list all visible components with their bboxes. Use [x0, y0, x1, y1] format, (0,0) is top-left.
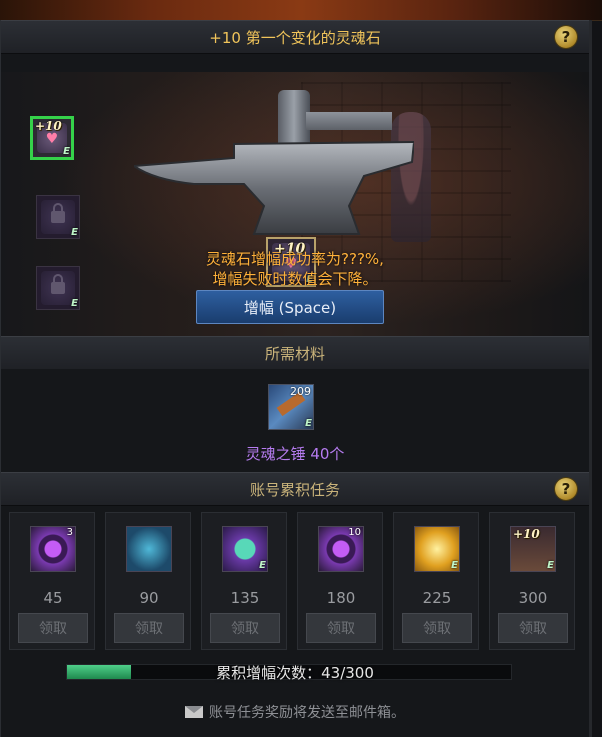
- help-icon[interactable]: ?: [555, 26, 577, 48]
- task-card: E 135 领取: [201, 512, 287, 650]
- tag-badge: E: [71, 298, 78, 309]
- materials-title: 所需材料: [264, 344, 325, 363]
- plus10-scroll-icon[interactable]: +10 E: [510, 526, 556, 572]
- lock-icon: [51, 203, 65, 223]
- task-card: 90 领取: [105, 512, 191, 650]
- tag-badge: E: [547, 560, 554, 571]
- hammer-handle-icon: [306, 112, 392, 130]
- tag-badge: E: [71, 227, 78, 238]
- mail-icon: [185, 706, 203, 718]
- panel-header: +10 第一个变化的灵魂石 ?: [1, 20, 589, 54]
- forge-scene: ♥ +10 E E E ♥ +10 E 灵魂石增幅成功率为???%, 增幅失败时…: [1, 72, 589, 350]
- claim-button[interactable]: 领取: [114, 613, 184, 643]
- task-threshold: 225: [422, 589, 452, 607]
- footer-note-text: 账号任务奖励将发送至邮件箱。: [209, 705, 405, 721]
- materials-header: 所需材料: [1, 336, 589, 370]
- progress-label: 累积增幅次数：43/300: [216, 664, 374, 682]
- task-threshold: 180: [326, 589, 356, 607]
- tasks-title: 账号累积任务: [249, 480, 340, 499]
- item-count: 3: [66, 527, 73, 538]
- tag-badge: E: [259, 560, 266, 571]
- soul-hammer-item[interactable]: 209 E: [268, 384, 314, 430]
- failure-warning-text: 增幅失败时数值会下降。: [212, 270, 378, 288]
- tasks-header: 账号累积任务 ?: [1, 472, 589, 506]
- gold-box-icon[interactable]: E: [414, 526, 460, 572]
- tag-badge: E: [63, 146, 70, 157]
- task-card: +10 E 300 领取: [489, 512, 575, 650]
- task-threshold: 90: [139, 589, 159, 607]
- panel-title: +10 第一个变化的灵魂石: [209, 28, 381, 47]
- task-card: 10 180 领取: [297, 512, 383, 650]
- claim-button[interactable]: 领取: [18, 613, 88, 643]
- upgrade-level-badge: +10: [513, 527, 540, 541]
- anvil-icon: [134, 140, 414, 235]
- purple-orb-icon[interactable]: 3: [30, 526, 76, 572]
- task-threshold: 45: [43, 589, 63, 607]
- footer-note: 账号任务奖励将发送至邮件箱。: [1, 697, 589, 727]
- tag-badge: E: [451, 560, 458, 571]
- material-label: 灵魂之锤 40个: [245, 445, 345, 463]
- materials-section: 209 E 灵魂之锤 40个: [1, 369, 589, 465]
- soulstone-slot-1[interactable]: ♥ +10 E: [30, 116, 74, 160]
- purple-orb-icon[interactable]: 10: [318, 526, 364, 572]
- amplify-button[interactable]: 增幅 (Space): [196, 290, 384, 324]
- top-banner: [0, 0, 602, 21]
- locked-soulstone-icon: [41, 200, 75, 234]
- upgrade-level-badge: +10: [35, 119, 62, 133]
- blue-bag-icon[interactable]: [126, 526, 172, 572]
- claim-button[interactable]: 领取: [402, 613, 472, 643]
- soul-gem-icon[interactable]: E: [222, 526, 268, 572]
- success-rate-text: 灵魂石增幅成功率为???%,: [206, 250, 384, 268]
- item-count: 10: [348, 527, 361, 538]
- task-card: E 225 领取: [393, 512, 479, 650]
- help-icon[interactable]: ?: [555, 478, 577, 500]
- claim-button[interactable]: 领取: [210, 613, 280, 643]
- soulstone-slot-2[interactable]: E: [36, 195, 80, 239]
- task-threshold: 135: [230, 589, 260, 607]
- claim-button[interactable]: 领取: [498, 613, 568, 643]
- item-count: 209: [290, 385, 311, 398]
- task-threshold: 300: [518, 589, 548, 607]
- tag-badge: E: [305, 418, 312, 429]
- task-card: 3 45 领取: [9, 512, 95, 650]
- claim-button[interactable]: 领取: [306, 613, 376, 643]
- amplify-panel: +10 第一个变化的灵魂石 ? ♥ +10 E E E ♥ +10 E 灵魂石增…: [0, 20, 592, 737]
